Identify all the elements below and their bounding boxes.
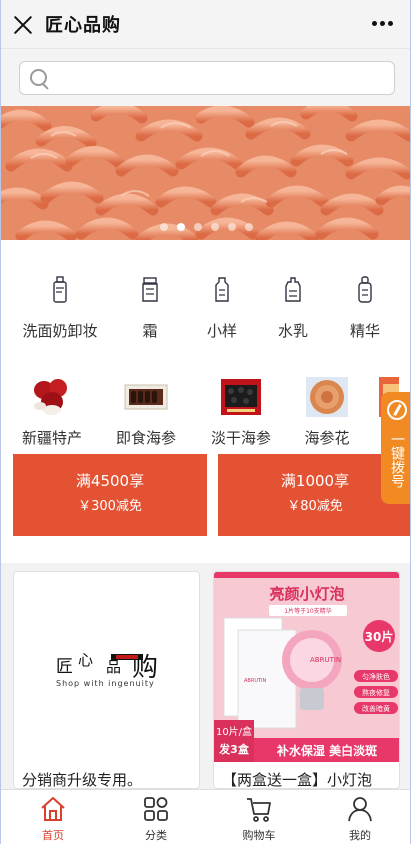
product-label: 海参花 (304, 429, 350, 447)
svg-text:Shop with ingenuity: Shop with ingenuity (56, 679, 155, 688)
tab-label: 分类 (145, 829, 167, 842)
tab-home[interactable]: 首页 (13, 795, 93, 843)
cart-icon (247, 798, 271, 822)
phone-icon (386, 400, 407, 420)
search-input[interactable] (58, 66, 378, 90)
product-strip: 新疆特产 即食海参 淡干海参 海参花 (1, 376, 410, 448)
svg-text:匠: 匠 (56, 657, 73, 677)
page-title: 匠心品购 (45, 15, 121, 36)
gift-label: 发3盒 (218, 742, 250, 756)
dried-sea-cucumber-image (221, 379, 261, 415)
product-sea-cucumber-flower[interactable]: 海参花 (284, 376, 370, 448)
coupon-discount: ￥300减免 (78, 499, 142, 514)
category-label: 洗面奶卸妆 (22, 322, 98, 340)
product-label: 新疆特产 (21, 429, 82, 447)
main-content: 洗面奶卸妆 霜 小样 水乳 精华 新疆特产 即食海参 淡干海参 海参花 满450… (1, 240, 410, 789)
category-serum[interactable]: 精华 (325, 276, 405, 341)
carousel-dot[interactable] (211, 223, 219, 231)
product-dried-sea-cucumber[interactable]: 淡干海参 (198, 376, 284, 448)
bulb-brand: ABRUTIN (310, 656, 341, 664)
one-click-call-button[interactable]: 一键拨号 (381, 392, 410, 504)
tab-cart[interactable]: 购物车 (219, 795, 299, 843)
tab-mine[interactable]: 我的 (320, 795, 400, 843)
brand-logo: 匠 心 品 购 Shop with ingenuity (14, 572, 199, 762)
product-card-image: 亮颜小灯泡 1片等于10支精华 ABRUTIN ABRUTIN 30片 匀净肤色… (214, 572, 399, 762)
carousel-dot[interactable] (228, 223, 236, 231)
category-nav: 洗面奶卸妆 霜 小样 水乳 精华 (1, 276, 410, 346)
category-label: 霜 (142, 322, 158, 340)
bottle-icon (53, 276, 67, 303)
category-cleanser[interactable]: 洗面奶卸妆 (20, 276, 100, 341)
promo-subheading: 1片等于10支精华 (284, 607, 331, 615)
sea-cucumber-flower-image (306, 377, 348, 417)
product-xinjiang[interactable]: 新疆特产 (9, 376, 95, 448)
search-icon (30, 69, 50, 89)
carousel-indicator[interactable] (1, 223, 410, 231)
category-label: 精华 (349, 322, 380, 340)
svg-text:心: 心 (78, 651, 93, 669)
jujube-image (34, 379, 67, 415)
carousel-dot[interactable] (194, 223, 202, 231)
bottom-tab-bar: 首页 分类 购物车 我的 (1, 789, 410, 844)
category-cream[interactable]: 霜 (110, 276, 190, 341)
promo-heading: 亮颜小灯泡 (269, 585, 344, 603)
promo-poster: 亮颜小灯泡 1片等于10支精华 ABRUTIN ABRUTIN 30片 匀净肤色… (214, 572, 399, 762)
user-icon (348, 797, 372, 822)
tab-label: 我的 (349, 829, 371, 842)
search-box[interactable] (19, 61, 395, 95)
carousel-dot[interactable] (160, 223, 168, 231)
coupon-card[interactable]: 满4500享 ￥300减免 (13, 454, 207, 536)
sea-cucumber-box-image (124, 384, 168, 410)
lotion-icon (285, 277, 301, 302)
close-icon[interactable] (12, 14, 34, 36)
carousel-dot-active[interactable] (177, 223, 185, 231)
product-card-image: 匠 心 品 购 Shop with ingenuity (14, 572, 199, 762)
side-tab-label: 一键拨号 (389, 431, 405, 488)
featured-section: 匠 心 品 购 Shop with ingenuity 分销商升级专用。 亮颜小… (1, 563, 410, 789)
banner-image (1, 106, 410, 240)
category-label: 小样 (206, 322, 237, 340)
tab-label: 购物车 (242, 829, 276, 842)
home-icon (41, 797, 65, 821)
product-card-title: 分销商升级专用。 (22, 771, 143, 789)
poster-brand: ABRUTIN (244, 678, 267, 684)
svg-text:品: 品 (106, 658, 121, 676)
product-card[interactable]: 匠 心 品 购 Shop with ingenuity 分销商升级专用。 (13, 571, 200, 789)
more-options-icon[interactable] (372, 21, 394, 27)
product-instant-sea-cucumber[interactable]: 即食海参 (103, 376, 189, 448)
top-bar: 匠心品购 (1, 0, 410, 49)
tab-label: 首页 (42, 829, 64, 842)
search-area (1, 49, 410, 106)
grid-icon (144, 797, 168, 821)
feature-tag: 熬夜修复 (362, 688, 390, 697)
sample-icon (215, 277, 229, 302)
count-badge: 30片 (365, 629, 394, 644)
product-card-title: 【两盒送一盒】小灯泡 (222, 771, 373, 789)
slogan: 补水保湿 美白淡斑 (276, 743, 377, 758)
tab-categories[interactable]: 分类 (116, 795, 196, 843)
carousel-dot[interactable] (245, 223, 253, 231)
pack-size: 10片/盒 (216, 725, 252, 738)
category-label: 水乳 (277, 322, 308, 340)
feature-tag: 匀净肤色 (362, 672, 390, 681)
coupon-threshold: 满4500享 (75, 472, 145, 490)
feature-tag: 改善暗黄 (362, 704, 390, 713)
serum-icon (358, 276, 372, 303)
category-toner-lotion[interactable]: 水乳 (253, 276, 333, 341)
product-card[interactable]: 亮颜小灯泡 1片等于10支精华 ABRUTIN ABRUTIN 30片 匀净肤色… (213, 571, 400, 789)
banner-carousel[interactable] (1, 106, 410, 240)
jar-icon (142, 277, 158, 302)
product-label: 即食海参 (115, 429, 176, 447)
app-frame: 匠心品购 洗面奶卸妆 霜 小样 水乳 精华 新疆特产 即食海参 淡干海参 海参花… (0, 0, 411, 844)
product-label: 淡干海参 (210, 429, 271, 447)
category-samples[interactable]: 小样 (182, 276, 262, 341)
